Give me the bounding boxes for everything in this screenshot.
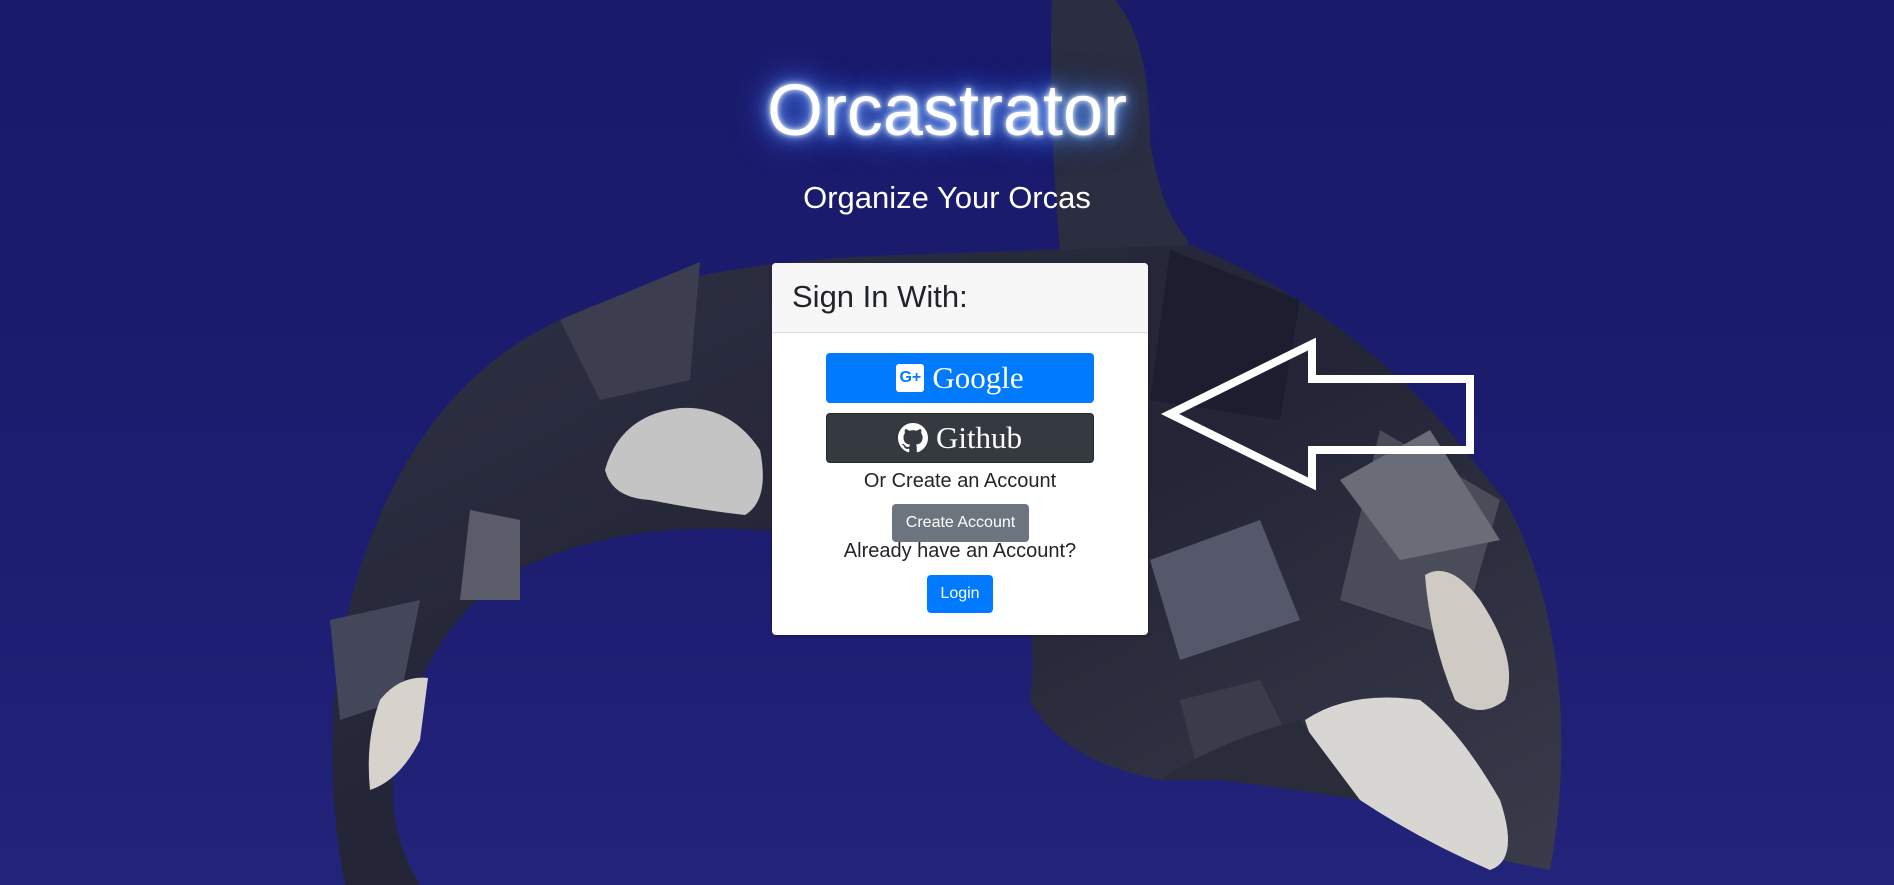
page-title: Orcastrator (766, 71, 1128, 151)
page-subtitle: Organize Your Orcas (803, 180, 1091, 215)
google-signin-button[interactable]: G+ Google (826, 353, 1094, 403)
github-signin-button[interactable]: Github (826, 413, 1094, 463)
google-signin-label: Google (932, 360, 1024, 395)
google-plus-icon: G+ (896, 364, 925, 392)
signin-card-header: Sign In With: (772, 263, 1148, 333)
login-prompt: Already have an Account? (843, 540, 1077, 562)
signin-card: Sign In With: G+ Google Github Or Create… (772, 263, 1148, 635)
create-account-prompt: Or Create an Account (863, 470, 1057, 492)
login-button[interactable]: Login (927, 575, 993, 613)
signin-card-body: G+ Google Github Or Create an Account Cr… (772, 333, 1148, 635)
github-signin-label: Github (935, 420, 1023, 455)
github-icon (897, 423, 928, 453)
create-account-button[interactable]: Create Account (892, 504, 1029, 542)
